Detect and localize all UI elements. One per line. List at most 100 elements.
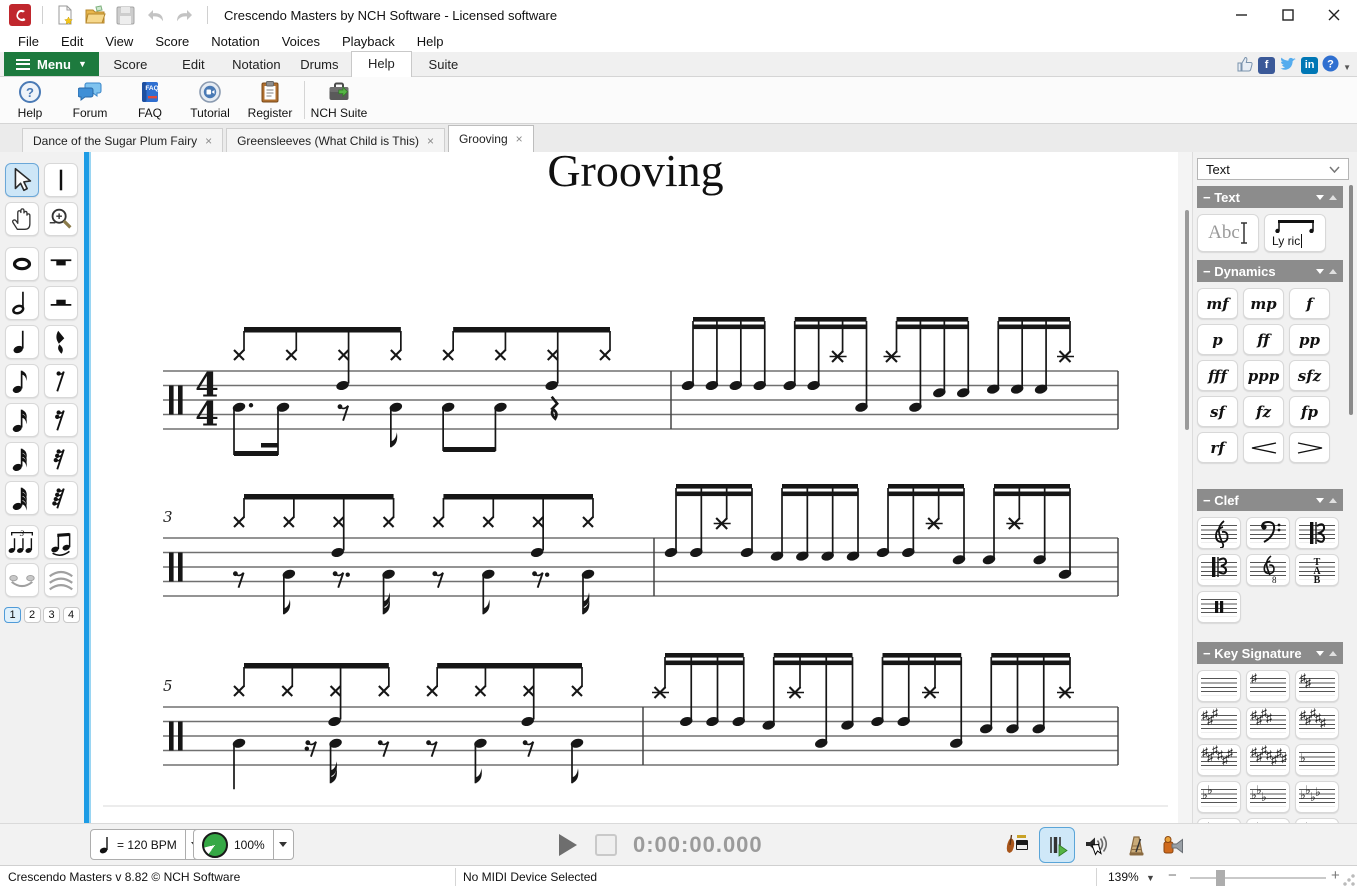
sixty-fourth-note-button[interactable] <box>5 481 39 515</box>
key-signature-1-sharp-button[interactable]: ♯ <box>1246 670 1290 702</box>
nch-suite-button[interactable]: NCH Suite <box>309 78 369 122</box>
dynamic-pp-button[interactable]: pp <box>1289 324 1330 355</box>
play-button[interactable] <box>553 832 581 858</box>
pan-tool-button[interactable] <box>5 202 39 236</box>
menu-view[interactable]: View <box>95 32 143 51</box>
faq-button[interactable]: FAQFAQ <box>120 78 180 122</box>
dynamic-crescendo-button[interactable] <box>1243 432 1284 463</box>
clef-alto-button[interactable] <box>1295 517 1339 549</box>
key-signature-0-natural-button[interactable] <box>1197 670 1241 702</box>
key-signature-2-sharp-button[interactable]: ♯♯ <box>1295 670 1339 702</box>
lyric-tool-button[interactable]: Ly ric <box>1264 214 1326 252</box>
score-scrollbar-thumb[interactable] <box>1185 210 1189 430</box>
panel-move-up-icon[interactable] <box>1329 498 1337 503</box>
clef-panel-header[interactable]: − Clef <box>1197 489 1343 511</box>
dynamics-panel-header[interactable]: − Dynamics <box>1197 260 1343 282</box>
twitter-icon[interactable] <box>1279 56 1297 75</box>
like-icon[interactable] <box>1237 56 1254 75</box>
doc-tab[interactable]: Greensleeves (What Child is This)× <box>226 128 445 152</box>
key-signature-2-flat-button[interactable]: ♭♭ <box>1197 781 1241 813</box>
help-button[interactable]: ?Help <box>0 78 60 122</box>
thirty-second-note-button[interactable] <box>5 442 39 476</box>
quarter-note-button[interactable] <box>5 325 39 359</box>
key-signature-3-flat-button[interactable]: ♭♭♭ <box>1246 781 1290 813</box>
zoom-in-button[interactable]: + <box>1331 867 1340 884</box>
beam-tool-button[interactable] <box>44 525 78 559</box>
close-tab-icon[interactable]: × <box>427 134 434 148</box>
clef-bass-button[interactable] <box>1246 517 1290 549</box>
zoom-caret-icon[interactable]: ▼ <box>1146 873 1155 883</box>
sidebar-scrollbar-thumb[interactable] <box>1349 185 1353 415</box>
dynamic-p-button[interactable]: p <box>1197 324 1238 355</box>
key-signature-5-sharp-button[interactable]: ♯♯♯♯♯ <box>1295 707 1339 739</box>
dynamic-mf-button[interactable]: mf <box>1197 288 1238 319</box>
open-file-icon[interactable] <box>83 3 107 27</box>
redo-icon[interactable] <box>173 3 197 27</box>
help-icon[interactable]: ? <box>1322 55 1339 75</box>
key-signature-panel-header[interactable]: − Key Signature <box>1197 642 1343 664</box>
new-file-icon[interactable] <box>53 3 77 27</box>
voice-2-button[interactable]: 2 <box>24 607 41 623</box>
forum-button[interactable]: Forum <box>60 78 120 122</box>
ribbon-overflow-caret[interactable]: ▼ <box>1343 58 1351 73</box>
instruments-button[interactable] <box>1000 827 1036 863</box>
zoom-slider-thumb[interactable] <box>1216 870 1225 886</box>
save-icon[interactable] <box>113 3 137 27</box>
voice-1-button[interactable]: 1 <box>4 607 21 623</box>
sixteenth-note-button[interactable] <box>5 403 39 437</box>
minimize-button[interactable] <box>1219 0 1265 30</box>
text-tool-button[interactable]: Abc <box>1197 214 1259 252</box>
undo-icon[interactable] <box>143 3 167 27</box>
key-signature-7-sharp-button[interactable]: ♯♯♯♯♯♯♯ <box>1246 744 1290 776</box>
dynamic-rf-button[interactable]: rf <box>1197 432 1238 463</box>
menu-playback[interactable]: Playback <box>332 32 405 51</box>
doc-tab[interactable]: Grooving× <box>448 125 534 152</box>
text-panel-header[interactable]: − Text <box>1197 186 1343 208</box>
ribbon-tab-notation[interactable]: Notation <box>225 53 288 76</box>
tie-tool-button[interactable] <box>5 563 39 597</box>
speed-combo[interactable]: 100% <box>193 829 294 860</box>
dynamic-fff-button[interactable]: fff <box>1197 360 1238 391</box>
resize-grip[interactable] <box>1342 873 1356 887</box>
key-signature-3-sharp-button[interactable]: ♯♯♯ <box>1197 707 1241 739</box>
menu-edit[interactable]: Edit <box>51 32 93 51</box>
eighth-rest-button[interactable] <box>44 364 78 398</box>
triplet-tool-button[interactable]: 3 <box>5 525 39 559</box>
menu-help[interactable]: Help <box>407 32 454 51</box>
eighth-note-button[interactable] <box>5 364 39 398</box>
panel-move-up-icon[interactable] <box>1329 269 1337 274</box>
dynamic-ff-button[interactable]: ff <box>1243 324 1284 355</box>
panel-move-down-icon[interactable] <box>1316 269 1324 274</box>
audio-output-button[interactable] <box>1156 827 1192 863</box>
whole-rest-button[interactable] <box>44 247 78 281</box>
sidebar-category-dropdown[interactable]: Text <box>1197 158 1349 180</box>
key-signature-4-sharp-button[interactable]: ♯♯♯♯ <box>1246 707 1290 739</box>
sixteenth-rest-button[interactable] <box>44 403 78 437</box>
dynamic-decrescendo-button[interactable] <box>1289 432 1330 463</box>
half-note-button[interactable] <box>5 286 39 320</box>
clef-tenor-button[interactable] <box>1197 554 1241 586</box>
voice-4-button[interactable]: 4 <box>63 607 80 623</box>
score-canvas[interactable]: Grooving 4435 <box>93 152 1178 823</box>
dynamic-fz-button[interactable]: fz <box>1243 396 1284 427</box>
zoom-out-button[interactable]: − <box>1168 867 1177 884</box>
dynamic-f-button[interactable]: f <box>1289 288 1330 319</box>
linkedin-icon[interactable]: in <box>1301 57 1318 74</box>
barline-tool-button[interactable] <box>44 163 78 197</box>
panel-move-down-icon[interactable] <box>1316 195 1324 200</box>
half-rest-button[interactable] <box>44 286 78 320</box>
speed-dropdown-arrow[interactable] <box>273 830 293 859</box>
menu-notation[interactable]: Notation <box>201 32 269 51</box>
panel-move-up-icon[interactable] <box>1329 651 1337 656</box>
menu-button[interactable]: Menu ▼ <box>4 52 99 76</box>
dynamic-fp-button[interactable]: fp <box>1289 396 1330 427</box>
tutorial-button[interactable]: Tutorial <box>180 78 240 122</box>
register-button[interactable]: Register <box>240 78 300 122</box>
clef-treble-8-button[interactable]: 8 <box>1246 554 1290 586</box>
dynamic-sf-button[interactable]: sf <box>1197 396 1238 427</box>
ribbon-tab-score[interactable]: Score <box>99 53 162 76</box>
panel-move-up-icon[interactable] <box>1329 195 1337 200</box>
tempo-combo[interactable]: = 120 BPM <box>90 829 206 860</box>
zoom-slider-track[interactable] <box>1190 877 1326 879</box>
play-at-click-button[interactable] <box>1078 827 1114 863</box>
